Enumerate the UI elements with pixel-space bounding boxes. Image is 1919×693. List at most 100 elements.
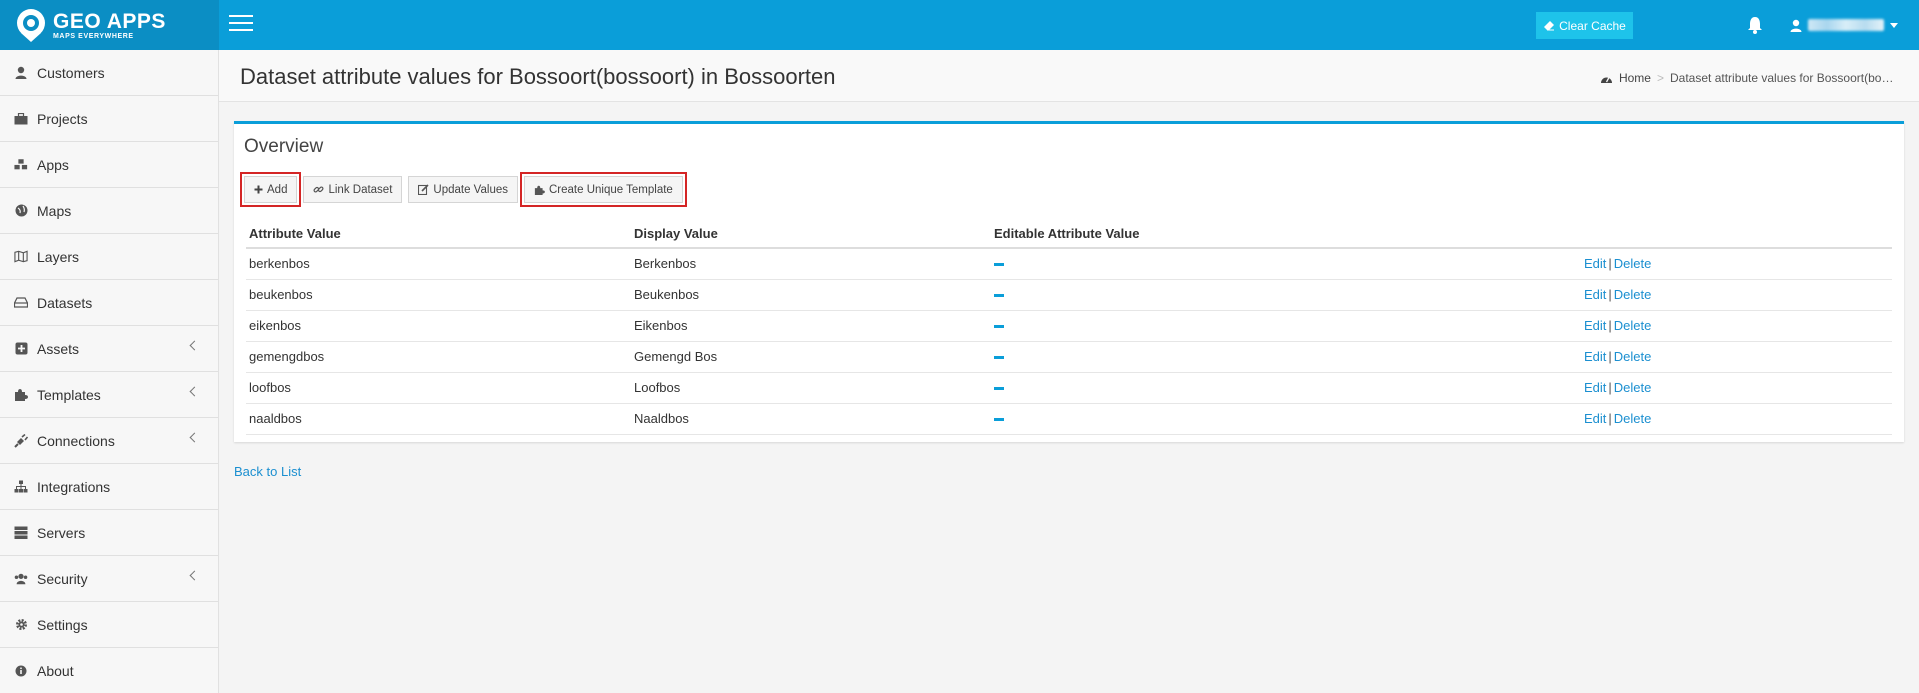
user-icon xyxy=(14,66,28,80)
puzzle-icon xyxy=(14,388,28,402)
delete-link[interactable]: Delete xyxy=(1614,380,1652,395)
cell-actions: Edit | Delete xyxy=(1581,310,1892,342)
cubes-icon xyxy=(14,158,28,172)
cell-actions: Edit | Delete xyxy=(1581,248,1892,280)
cell-display-value: Gemengd Bos xyxy=(631,341,991,373)
action-separator: | xyxy=(1608,411,1612,426)
toolbar: Add Link Dataset Update Values Create Un… xyxy=(239,172,687,207)
puzzle-icon xyxy=(534,185,545,195)
info-icon xyxy=(14,664,28,678)
table-row: gemengdbos Gemengd Bos Edit | Delete xyxy=(246,341,1892,373)
sidebar-item-settings[interactable]: Settings xyxy=(0,602,218,648)
cell-attribute-value: berkenbos xyxy=(246,248,631,280)
action-separator: | xyxy=(1608,256,1612,272)
sidebar-item-label: Connections xyxy=(37,432,115,449)
edit-link[interactable]: Edit xyxy=(1584,411,1606,426)
cell-display-value: Berkenbos xyxy=(631,248,991,280)
eraser-icon xyxy=(1544,21,1555,31)
clear-cache-button[interactable]: Clear Cache xyxy=(1536,12,1633,39)
minus-icon xyxy=(994,263,1004,267)
edit-link[interactable]: Edit xyxy=(1584,256,1606,271)
hamburger-menu-icon[interactable] xyxy=(229,15,253,35)
cell-attribute-value: loofbos xyxy=(246,372,631,404)
table-row: loofbos Loofbos Edit | Delete xyxy=(246,372,1892,404)
column-header-actions xyxy=(1581,220,1892,249)
cell-attribute-value: gemengdbos xyxy=(246,341,631,373)
sidebar-item-apps[interactable]: Apps xyxy=(0,142,218,188)
sidebar-item-customers[interactable]: Customers xyxy=(0,50,218,96)
cell-attribute-value: naaldbos xyxy=(246,403,631,435)
cell-editable xyxy=(991,341,1581,373)
plus-icon xyxy=(254,185,263,194)
edit-link[interactable]: Edit xyxy=(1584,349,1606,364)
cell-editable xyxy=(991,403,1581,435)
cell-attribute-value: beukenbos xyxy=(246,279,631,311)
sidebar-item-label: Assets xyxy=(37,340,80,357)
sidebar-item-about[interactable]: About xyxy=(0,648,218,693)
link-dataset-button[interactable]: Link Dataset xyxy=(303,176,403,203)
sidebar-item-integrations[interactable]: Integrations xyxy=(0,464,218,510)
users-icon xyxy=(14,572,28,586)
sidebar-item-label: About xyxy=(37,662,74,679)
sidebar-item-connections[interactable]: Connections xyxy=(0,418,218,464)
create-unique-template-button[interactable]: Create Unique Template xyxy=(520,172,687,207)
delete-link[interactable]: Delete xyxy=(1614,287,1652,302)
sidebar-item-label: Customers xyxy=(37,64,105,81)
brand-title: GEO APPS xyxy=(53,9,166,33)
back-to-list-link[interactable]: Back to List xyxy=(234,464,301,479)
breadcrumb-separator: > xyxy=(1656,71,1664,85)
column-header-display-value: Display Value xyxy=(631,220,991,249)
delete-link[interactable]: Delete xyxy=(1614,256,1652,271)
link-icon xyxy=(313,186,324,193)
sidebar-item-projects[interactable]: Projects xyxy=(0,96,218,142)
breadcrumb-home[interactable]: Home xyxy=(1619,71,1651,85)
page-title: Dataset attribute values for Bossoort(bo… xyxy=(240,64,836,89)
bell-icon[interactable] xyxy=(1747,16,1763,34)
sidebar-item-label: Templates xyxy=(37,386,101,403)
plug-icon xyxy=(14,433,28,448)
attribute-values-table: Attribute Value Display Value Editable A… xyxy=(246,220,1892,435)
sidebar-item-datasets[interactable]: Datasets xyxy=(0,280,218,326)
sidebar-item-label: Settings xyxy=(37,616,88,633)
minus-icon xyxy=(994,418,1004,422)
chevron-left-icon xyxy=(189,570,200,581)
table-row: berkenbos Berkenbos Edit | Delete xyxy=(246,248,1892,280)
cell-display-value: Beukenbos xyxy=(631,279,991,311)
cell-editable xyxy=(991,279,1581,311)
brand-subtitle: MAPS EVERYWHERE xyxy=(53,32,134,40)
logo[interactable]: GEO APPS MAPS EVERYWHERE xyxy=(0,0,219,50)
update-values-button[interactable]: Update Values xyxy=(408,176,518,203)
sidebar-item-layers[interactable]: Layers xyxy=(0,234,218,280)
cell-display-value: Naaldbos xyxy=(631,403,991,435)
sidebar-item-security[interactable]: Security xyxy=(0,556,218,602)
cell-display-value: Eikenbos xyxy=(631,310,991,342)
table-header-row: Attribute Value Display Value Editable A… xyxy=(246,220,1892,249)
sidebar-item-label: Maps xyxy=(37,202,72,219)
chevron-left-icon xyxy=(189,432,200,443)
sidebar-item-maps[interactable]: Maps xyxy=(0,188,218,234)
sidebar-item-templates[interactable]: Templates xyxy=(0,372,218,418)
edit-link[interactable]: Edit xyxy=(1584,380,1606,395)
sidebar-item-servers[interactable]: Servers xyxy=(0,510,218,556)
sidebar-item-assets[interactable]: Assets xyxy=(0,326,218,372)
panel-title: Overview xyxy=(244,136,324,157)
action-separator: | xyxy=(1608,287,1612,302)
cell-editable xyxy=(991,248,1581,280)
cell-actions: Edit | Delete xyxy=(1581,279,1892,311)
delete-link[interactable]: Delete xyxy=(1614,349,1652,364)
table-row: beukenbos Beukenbos Edit | Delete xyxy=(246,279,1892,311)
edit-link[interactable]: Edit xyxy=(1584,287,1606,302)
add-button-label: Add xyxy=(267,183,288,196)
add-button[interactable]: Add xyxy=(239,172,302,207)
minus-icon xyxy=(994,294,1004,298)
cell-actions: Edit | Delete xyxy=(1581,372,1892,404)
sidebar-item-label: Datasets xyxy=(37,294,93,311)
user-menu[interactable] xyxy=(1790,16,1898,34)
column-header-editable-attribute-value: Editable Attribute Value xyxy=(991,220,1581,249)
edit-link[interactable]: Edit xyxy=(1584,318,1606,333)
sidebar: Customers Projects Apps Maps Layers Data… xyxy=(0,50,219,693)
briefcase-icon xyxy=(14,112,28,126)
cell-actions: Edit | Delete xyxy=(1581,341,1892,373)
delete-link[interactable]: Delete xyxy=(1614,318,1652,333)
delete-link[interactable]: Delete xyxy=(1614,411,1652,426)
